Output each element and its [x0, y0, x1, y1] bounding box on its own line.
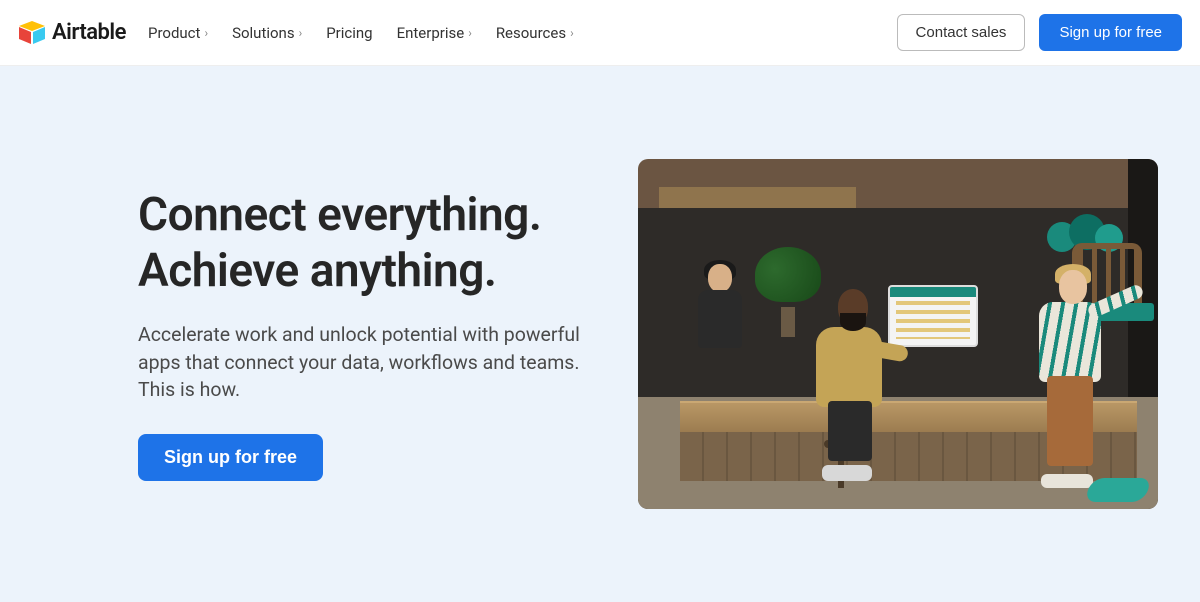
- header-actions: Contact sales Sign up for free: [897, 14, 1182, 51]
- brand-name: Airtable: [52, 20, 126, 45]
- nav-item-resources[interactable]: Resources ›: [496, 24, 574, 42]
- hero-image-container: [638, 159, 1158, 509]
- chevron-right-icon: ›: [468, 26, 472, 40]
- site-header: Airtable Product › Solutions › Pricing E…: [0, 0, 1200, 66]
- signup-button-hero[interactable]: Sign up for free: [138, 434, 323, 481]
- nav-label: Product: [148, 24, 200, 42]
- primary-nav: Product › Solutions › Pricing Enterprise…: [148, 24, 574, 42]
- nav-label: Pricing: [326, 24, 372, 42]
- chevron-right-icon: ›: [299, 26, 303, 40]
- hero-image: [638, 159, 1158, 509]
- hero-text: Connect everything. Achieve anything. Ac…: [138, 187, 598, 481]
- hero-section: Connect everything. Achieve anything. Ac…: [0, 66, 1200, 602]
- nav-label: Enterprise: [397, 24, 465, 42]
- nav-item-product[interactable]: Product ›: [148, 24, 208, 42]
- hero-headline: Connect everything. Achieve anything.: [138, 187, 598, 299]
- airtable-logo-icon: [18, 21, 46, 45]
- hero-subhead: Accelerate work and unlock potential wit…: [138, 321, 598, 404]
- chevron-right-icon: ›: [204, 26, 208, 40]
- signup-button-header[interactable]: Sign up for free: [1039, 14, 1182, 51]
- brand-logo[interactable]: Airtable: [18, 20, 126, 45]
- nav-item-solutions[interactable]: Solutions ›: [232, 24, 302, 42]
- nav-item-pricing[interactable]: Pricing: [326, 24, 372, 42]
- chevron-right-icon: ›: [570, 26, 574, 40]
- contact-sales-button[interactable]: Contact sales: [897, 14, 1026, 51]
- nav-label: Solutions: [232, 24, 295, 42]
- nav-item-enterprise[interactable]: Enterprise ›: [397, 24, 472, 42]
- nav-label: Resources: [496, 24, 566, 42]
